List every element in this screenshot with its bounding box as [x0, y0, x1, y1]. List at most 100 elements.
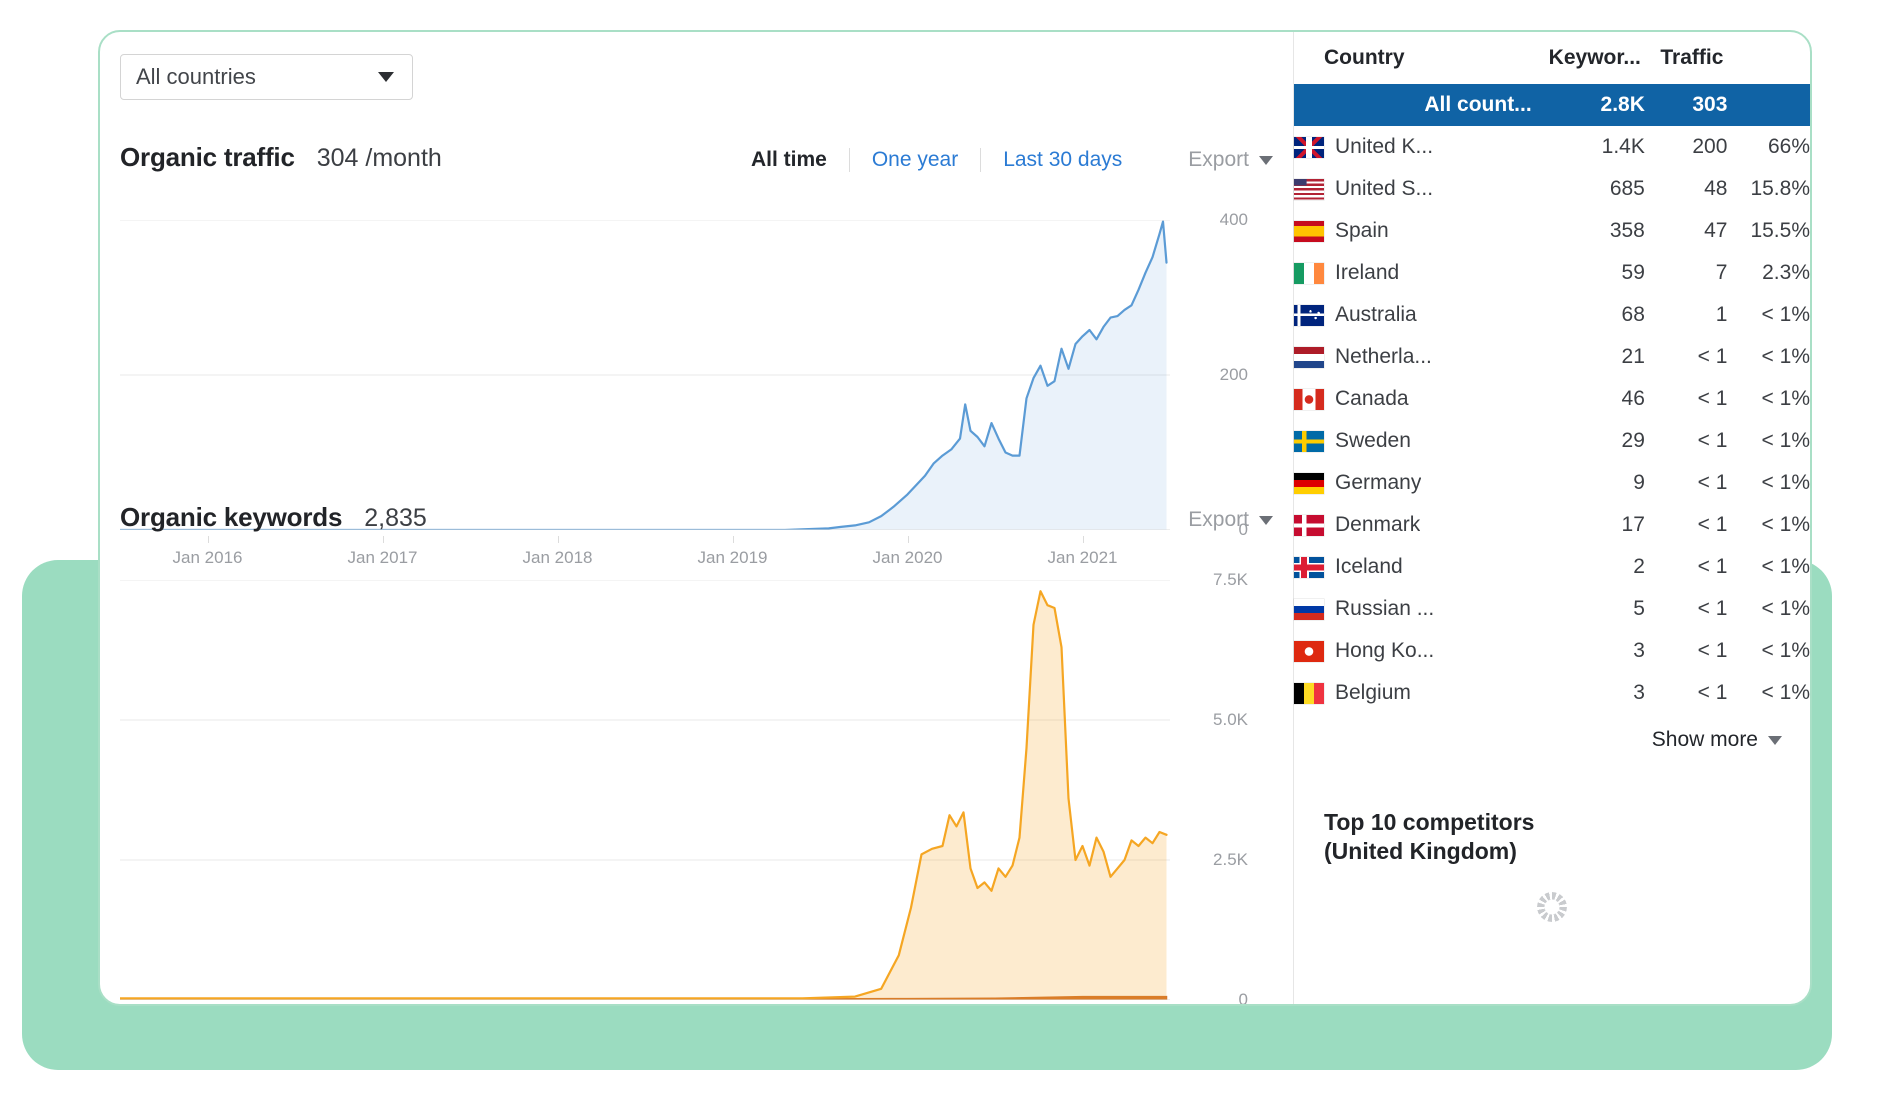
table-row[interactable]: Germany 9 < 1 < 1% — [1294, 462, 1810, 504]
cell-traffic: < 1 — [1697, 681, 1728, 704]
country-name: Ireland — [1335, 261, 1400, 284]
cell-country: Iceland — [1294, 546, 1542, 588]
cell-share: 66% — [1767, 135, 1810, 158]
flag-icon-es — [1294, 220, 1324, 242]
flag-icon-nl — [1294, 346, 1324, 368]
cell-traffic: < 1 — [1697, 471, 1728, 494]
table-row[interactable]: Russian ... 5 < 1 < 1% — [1294, 588, 1810, 630]
cell-keywords: 5 — [1633, 597, 1645, 620]
country-name: Canada — [1335, 387, 1409, 410]
range-all-time[interactable]: All time — [729, 148, 849, 172]
cell-keywords: 59 — [1621, 261, 1645, 284]
top-competitors-title: Top 10 competitors (United Kingdom) — [1324, 809, 1535, 864]
organic-keywords-header: Organic keywords 2,835 Export — [120, 502, 1273, 533]
table-row[interactable]: Canada 46 < 1 < 1% — [1294, 378, 1810, 420]
export-keywords-button[interactable]: Export — [1188, 508, 1273, 532]
table-row[interactable]: United S... 685 48 15.8% — [1294, 168, 1810, 210]
organic-traffic-title: Organic traffic — [120, 142, 295, 172]
country-name: Iceland — [1335, 555, 1403, 578]
analytics-card: All countries Organic traffic 304 /month… — [98, 30, 1812, 1006]
flag-icon-au — [1294, 304, 1324, 326]
chevron-down-icon — [378, 72, 394, 82]
table-row[interactable]: Sweden 29 < 1 < 1% — [1294, 420, 1810, 462]
cell-traffic: < 1 — [1697, 387, 1728, 410]
cell-country: Ireland — [1294, 252, 1542, 294]
export-traffic-button[interactable]: Export — [1188, 148, 1273, 172]
table-row[interactable]: Hong Ko... 3 < 1 < 1% — [1294, 630, 1810, 672]
cell-traffic: 303 — [1692, 93, 1728, 116]
column-header-keywords[interactable]: Keywor... — [1542, 32, 1645, 84]
cell-country: Belgium — [1294, 672, 1542, 714]
country-name: Netherla... — [1335, 345, 1432, 368]
cell-country: United K... — [1294, 126, 1542, 168]
organic-traffic-xaxis: Jan 2016 Jan 2017 Jan 2018 Jan 2019 Jan 2020… — [120, 536, 1170, 568]
x-tick-mark — [1082, 536, 1084, 543]
cell-share: < 1% — [1761, 345, 1810, 368]
cell-traffic: < 1 — [1697, 429, 1728, 452]
cell-traffic: 200 — [1692, 135, 1728, 158]
column-header-traffic[interactable]: Traffic — [1645, 32, 1728, 84]
cell-keywords: 68 — [1621, 303, 1645, 326]
cell-country: Netherla... — [1294, 336, 1542, 378]
cell-share: < 1% — [1761, 471, 1810, 494]
table-row[interactable]: Belgium 3 < 1 < 1% — [1294, 672, 1810, 714]
table-row[interactable]: Australia 68 1 < 1% — [1294, 294, 1810, 336]
x-tick-mark — [557, 536, 559, 543]
country-name: Denmark — [1335, 513, 1421, 536]
range-one-year[interactable]: One year — [850, 148, 980, 172]
show-more-button[interactable]: Show more — [1294, 714, 1810, 752]
organic-keywords-chart[interactable]: 7.5K 5.0K 2.5K 0 — [120, 570, 1248, 1004]
range-last-30-days[interactable]: Last 30 days — [981, 148, 1144, 172]
cell-share: < 1% — [1761, 555, 1810, 578]
country-name: Sweden — [1335, 429, 1411, 452]
flag-icon-be — [1294, 682, 1324, 704]
x-tick-label: Jan 2018 — [522, 548, 593, 567]
country-name: Spain — [1335, 219, 1389, 242]
cell-keywords: 46 — [1621, 387, 1645, 410]
x-tick-label: Jan 2016 — [172, 548, 243, 567]
x-tick-label: Jan 2019 — [697, 548, 768, 567]
cell-share: 15.8% — [1750, 177, 1810, 200]
cell-traffic: 1 — [1715, 303, 1728, 326]
cell-traffic: < 1 — [1697, 345, 1728, 368]
loading-spinner-icon — [1537, 891, 1567, 922]
x-tick-label: Jan 2020 — [872, 548, 943, 567]
table-row[interactable]: All count... 2.8K 303 — [1294, 84, 1810, 126]
column-header-country[interactable]: Country — [1294, 32, 1542, 84]
cell-share: < 1% — [1761, 639, 1810, 662]
cell-share: < 1% — [1761, 387, 1810, 410]
organic-traffic-header: Organic traffic 304 /month All time One … — [120, 142, 1273, 173]
flag-icon-us — [1294, 178, 1324, 200]
table-row[interactable]: United K... 1.4K 200 66% — [1294, 126, 1810, 168]
country-name: United S... — [1335, 177, 1434, 200]
country-filter-label: All countries — [136, 64, 256, 89]
table-row[interactable]: Ireland 59 7 2.3% — [1294, 252, 1810, 294]
flag-icon-ie — [1294, 262, 1324, 284]
cell-traffic: < 1 — [1697, 555, 1728, 578]
flag-icon-gb — [1294, 136, 1324, 158]
cell-keywords: 2.8K — [1600, 93, 1645, 116]
table-row[interactable]: Netherla... 21 < 1 < 1% — [1294, 336, 1810, 378]
organic-traffic-chart[interactable]: 400 200 0 — [120, 210, 1248, 539]
charts-pane: All countries Organic traffic 304 /month… — [100, 32, 1293, 1004]
cell-keywords: 17 — [1621, 513, 1645, 536]
x-tick-mark — [907, 536, 909, 543]
country-name: Belgium — [1335, 681, 1411, 704]
table-row[interactable]: Spain 358 47 15.5% — [1294, 210, 1810, 252]
cell-share: < 1% — [1761, 513, 1810, 536]
cell-share: < 1% — [1761, 303, 1810, 326]
country-filter-select[interactable]: All countries — [120, 54, 413, 100]
cell-share: < 1% — [1761, 429, 1810, 452]
organic-keywords-value: 2,835 — [364, 504, 427, 532]
cell-keywords: 21 — [1621, 345, 1645, 368]
country-name: Australia — [1335, 303, 1417, 326]
cell-keywords: 9 — [1633, 471, 1645, 494]
table-row[interactable]: Denmark 17 < 1 < 1% — [1294, 504, 1810, 546]
x-tick-label: Jan 2021 — [1047, 548, 1118, 567]
cell-traffic: < 1 — [1697, 639, 1728, 662]
cell-traffic: 7 — [1715, 261, 1728, 284]
flag-icon-ru — [1294, 598, 1324, 620]
cell-country: Russian ... — [1294, 588, 1542, 630]
cell-traffic: 47 — [1704, 219, 1728, 242]
table-row[interactable]: Iceland 2 < 1 < 1% — [1294, 546, 1810, 588]
